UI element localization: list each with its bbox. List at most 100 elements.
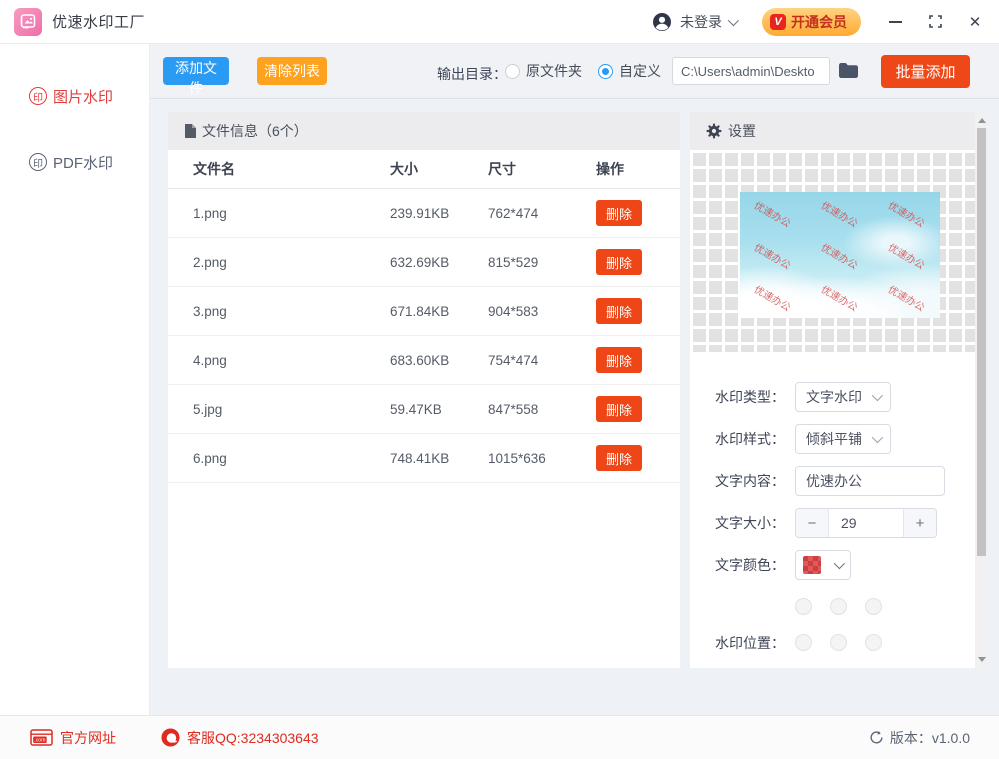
official-website-label: 官方网址 [60,728,116,748]
position-option[interactable] [795,634,812,651]
add-files-button[interactable]: 添加文件 [163,57,229,85]
app-title: 优速水印工厂 [52,11,145,32]
maximize-button[interactable] [919,7,951,37]
watermark-tile: 优速办公 [752,239,794,272]
table-row: 5.jpg59.47KB847*558删除 [168,385,680,434]
text-content-row: 文字内容： [690,466,975,496]
delete-button[interactable]: 删除 [596,249,642,275]
watermark-tile: 优速办公 [819,281,861,314]
delete-button[interactable]: 删除 [596,445,642,471]
document-icon [184,124,196,138]
settings-header: 设置 [690,112,975,150]
watermark-preview-image: 优速办公优速办公优速办公优速办公优速办公优速办公优速办公优速办公优速办公 [740,192,940,318]
batch-add-button[interactable]: 批量添加 [881,55,970,88]
cell-dimensions: 847*558 [488,402,596,417]
toolbar: 添加文件 清除列表 输出目录： 原文件夹 自定义 批量添加 [150,44,999,99]
radio-unchecked-icon [505,64,520,79]
text-color-label: 文字颜色： [690,555,785,575]
cell-size: 683.60KB [390,353,488,368]
position-option[interactable] [830,634,847,651]
settings-panel: 设置 优速办公优速办公优速办公优速办公优速办公优速办公优速办公优速办公优速办公 … [690,112,988,668]
cell-filename: 1.png [168,206,390,221]
table-row: 1.png239.91KB762*474删除 [168,189,680,238]
official-website-link[interactable]: .com 官方网址 [30,728,116,748]
output-path-input[interactable] [672,57,830,85]
scroll-down-arrow[interactable] [978,657,986,662]
watermark-style-row: 水印样式： 倾斜平铺 [690,424,975,454]
scroll-up-arrow[interactable] [978,118,986,123]
radio-custom-label: 自定义 [619,61,661,81]
watermark-tile: 优速办公 [886,197,928,230]
delete-button[interactable]: 删除 [596,298,642,324]
clear-list-button[interactable]: 清除列表 [257,57,327,85]
position-option[interactable] [795,598,812,615]
customer-service-link[interactable]: 客服QQ:3234303643 [161,728,319,748]
text-content-input[interactable] [795,466,945,496]
browse-folder-button[interactable] [838,62,859,84]
text-color-row: 文字颜色： [690,550,975,580]
col-filename: 文件名 [168,159,390,179]
radio-original-label: 原文件夹 [526,61,582,81]
delete-button[interactable]: 删除 [596,396,642,422]
position-label: 水印位置： [690,633,785,653]
radio-custom[interactable]: 自定义 [598,57,661,85]
text-content-label: 文字内容： [690,471,785,491]
delete-button[interactable]: 删除 [596,200,642,226]
table-row: 4.png683.60KB754*474删除 [168,336,680,385]
settings-title: 设置 [728,121,756,141]
color-swatch [803,556,821,574]
footer: .com 官方网址 客服QQ:3234303643 版本：v1.0.0 [0,715,999,759]
watermark-type-select[interactable]: 文字水印 [795,382,891,412]
cell-filename: 5.jpg [168,402,390,417]
col-actions: 操作 [596,159,680,179]
table-row: 2.png632.69KB815*529删除 [168,238,680,287]
refresh-icon[interactable] [869,730,884,745]
customer-service-label: 客服QQ:3234303643 [187,728,319,748]
output-dir-label: 输出目录： [437,64,507,84]
gear-icon [706,123,722,139]
cell-dimensions: 754*474 [488,353,596,368]
stamp-icon: 印 [29,153,47,171]
login-dropdown[interactable]: 未登录 [652,12,736,32]
table-header: 文件名 大小 尺寸 操作 [168,150,680,189]
position-option[interactable] [830,598,847,615]
sidebar-list: 印图片水印印 PDF水印 [0,82,149,176]
sidebar-item-pdf-watermark[interactable]: 印 PDF水印 [29,148,149,176]
text-size-stepper: − 29 + [795,508,937,538]
position-row-top [690,598,975,615]
login-status: 未登录 [680,12,722,32]
radio-checked-icon [598,64,613,79]
minimize-button[interactable] [879,7,911,37]
position-option[interactable] [865,598,882,615]
scrollbar-thumb[interactable] [977,128,986,556]
watermark-type-row: 水印类型： 文字水印 [690,382,975,412]
increase-button[interactable]: + [903,509,936,537]
open-vip-button[interactable]: V 开通会员 [762,8,861,36]
sidebar-item-label: 图片水印 [53,86,113,107]
cell-dimensions: 1015*636 [488,451,596,466]
watermark-tile: 优速办公 [886,239,928,272]
decrease-button[interactable]: − [796,509,829,537]
settings-form: 水印类型： 文字水印 水印样式： 倾斜平铺 文字内容： 文字大小： − 29 + [690,382,975,668]
watermark-tile: 优速办公 [819,239,861,272]
sidebar-item-label: PDF水印 [53,152,113,173]
user-avatar-icon [652,12,672,32]
watermark-type-value: 文字水印 [806,387,862,407]
sidebar-item-image-watermark[interactable]: 印图片水印 [29,82,149,110]
watermark-style-value: 倾斜平铺 [806,429,862,449]
watermark-tile: 优速办公 [819,197,861,230]
cell-size: 671.84KB [390,304,488,319]
position-option[interactable] [865,634,882,651]
text-size-value[interactable]: 29 [829,509,903,537]
vip-badge-icon: V [770,14,786,30]
cell-size: 59.47KB [390,402,488,417]
col-dimensions: 尺寸 [488,159,596,179]
delete-button[interactable]: 删除 [596,347,642,373]
watermark-style-select[interactable]: 倾斜平铺 [795,424,891,454]
radio-original-folder[interactable]: 原文件夹 [505,57,582,85]
col-size: 大小 [390,159,488,179]
watermark-tile: 优速办公 [886,281,928,314]
text-color-picker[interactable] [795,550,851,580]
settings-scrollbar [975,112,988,668]
close-button[interactable]: ✕ [959,7,991,37]
